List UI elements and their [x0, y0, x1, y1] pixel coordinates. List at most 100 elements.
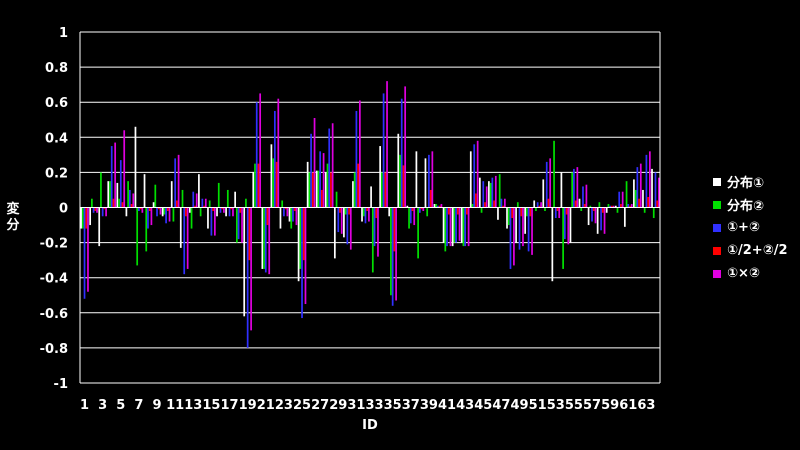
bar-series-1-id-49 [515, 207, 517, 243]
bar-series-3-id-14 [201, 198, 204, 208]
bar-series-3-id-5 [119, 160, 122, 208]
y-tick-label: 0.2 [45, 166, 68, 181]
bar-series-1-id-19 [243, 207, 246, 317]
legend-label: ①/2+②/2 [727, 243, 788, 258]
x-tick-label: 9 [153, 398, 162, 413]
bar-series-1-id-32 [361, 207, 363, 222]
bar-series-5-id-15 [213, 207, 216, 236]
bar-series-5-id-17 [232, 207, 234, 217]
bar-series-5-id-14 [204, 198, 207, 208]
bar-series-3-id-17 [228, 207, 231, 217]
bar-series-2-id-46 [489, 182, 492, 208]
bar-series-2-id-15 [208, 200, 211, 208]
x-axis-label: ID [362, 418, 378, 433]
bar-series-2-id-41 [444, 207, 447, 252]
bar-series-1-id-15 [207, 207, 209, 229]
bar-series-1-id-63 [642, 189, 644, 208]
bar-series-5-id-32 [368, 207, 370, 222]
bar-series-1-id-30 [343, 207, 345, 238]
bar-series-5-id-23 [286, 207, 289, 217]
bar-series-4-id-34 [384, 172, 387, 208]
bar-series-4-id-18 [239, 207, 242, 213]
bar-series-1-id-21 [261, 207, 264, 269]
bar-series-2-id-35 [390, 207, 392, 296]
bar-series-4-id-56 [583, 203, 586, 208]
x-tick-label: 7 [134, 398, 143, 413]
bar-series-3-id-27 [319, 151, 322, 208]
bar-series-4-id-26 [311, 172, 314, 208]
bar-series-1-id-54 [560, 172, 563, 208]
bar-series-2-id-48 [507, 207, 510, 226]
bars [80, 81, 660, 348]
bar-series-1-id-24 [288, 207, 291, 222]
x-tick-labels: 1 3 5 7 9 11 13 15 17 19 21 23 25 27 29 31 33 35 37 39 41 43 4… [80, 398, 655, 413]
bar-series-4-id-25 [302, 207, 305, 261]
bar-series-1-id-22 [270, 144, 273, 208]
bar-series-5-id-45 [485, 186, 488, 208]
x-tick-label: 51 [529, 398, 547, 413]
bar-series-5-id-62 [639, 163, 642, 208]
bar-series-4-id-44 [475, 193, 477, 208]
bar-series-3-id-7 [138, 207, 140, 212]
bar-series-1-id-61 [623, 207, 626, 227]
bar-series-1-id-44 [469, 151, 472, 208]
bar-series-4-id-35 [393, 207, 396, 252]
bar-series-5-id-31 [358, 100, 361, 208]
bar-series-5-id-16 [223, 207, 225, 213]
bar-series-5-id-19 [250, 207, 252, 331]
bar-series-3-id-61 [627, 203, 630, 208]
bar-series-1-id-23 [279, 207, 282, 229]
bar-series-1-id-48 [506, 207, 508, 229]
y-tick-label: 0 [59, 202, 68, 217]
bar-series-2-id-12 [181, 189, 184, 208]
bar-series-5-id-24 [295, 207, 298, 226]
bar-series-5-id-5 [123, 130, 126, 208]
bar-series-3-id-58 [600, 207, 602, 231]
bar-series-3-id-8 [147, 207, 149, 229]
bar-series-4-id-55 [574, 200, 577, 208]
x-tick-label: 59 [601, 398, 619, 413]
bar-series-1-id-13 [188, 207, 191, 213]
y-axis-label: 変分 [6, 202, 20, 233]
bar-series-4-id-24 [293, 207, 296, 212]
y-tick-label: 0.6 [45, 96, 68, 111]
bar-series-3-id-30 [346, 207, 349, 245]
x-tick-label: 39 [420, 398, 438, 413]
bar-series-2-id-9 [154, 184, 157, 208]
bar-series-3-id-55 [573, 168, 575, 208]
legend-item: ①×② [713, 262, 788, 285]
bar-series-5-id-33 [377, 207, 379, 257]
legend-item: ①/2+②/2 [713, 239, 788, 262]
bar-series-4-id-11 [176, 200, 178, 208]
bar-series-1-id-50 [524, 207, 527, 234]
bar-series-5-id-46 [494, 175, 497, 208]
y-tick-label: 0.8 [45, 61, 68, 76]
bar-series-3-id-44 [473, 144, 476, 208]
bar-series-1-id-34 [379, 146, 382, 208]
bar-series-2-id-44 [471, 203, 474, 208]
bar-series-2-id-8 [145, 207, 148, 252]
bar-series-5-id-37 [413, 207, 416, 226]
bar-series-3-id-19 [246, 207, 249, 348]
bar-series-1-id-46 [488, 181, 490, 208]
bar-series-1-id-2 [89, 207, 92, 226]
bar-series-2-id-60 [616, 207, 619, 213]
bar-series-1-id-10 [161, 207, 164, 217]
bar-series-1-id-20 [252, 172, 255, 208]
bar-series-3-id-52 [545, 161, 548, 208]
bar-series-5-id-39 [431, 151, 434, 208]
bar-series-1-id-3 [98, 207, 101, 247]
bar-series-3-id-10 [165, 207, 167, 224]
bar-series-5-id-61 [630, 203, 633, 208]
bar-series-5-id-1 [87, 207, 89, 292]
bar-series-2-id-58 [598, 202, 601, 208]
bar-series-1-id-9 [152, 202, 155, 208]
bar-series-2-id-38 [417, 207, 419, 259]
bar-series-4-id-27 [321, 189, 323, 208]
x-tick-label: 29 [329, 398, 347, 413]
bar-series-3-id-20 [255, 102, 258, 208]
bar-series-1-id-64 [651, 168, 653, 208]
bar-series-2-id-21 [263, 207, 265, 269]
bar-series-4-id-45 [484, 202, 486, 208]
bar-series-3-id-21 [264, 207, 267, 273]
